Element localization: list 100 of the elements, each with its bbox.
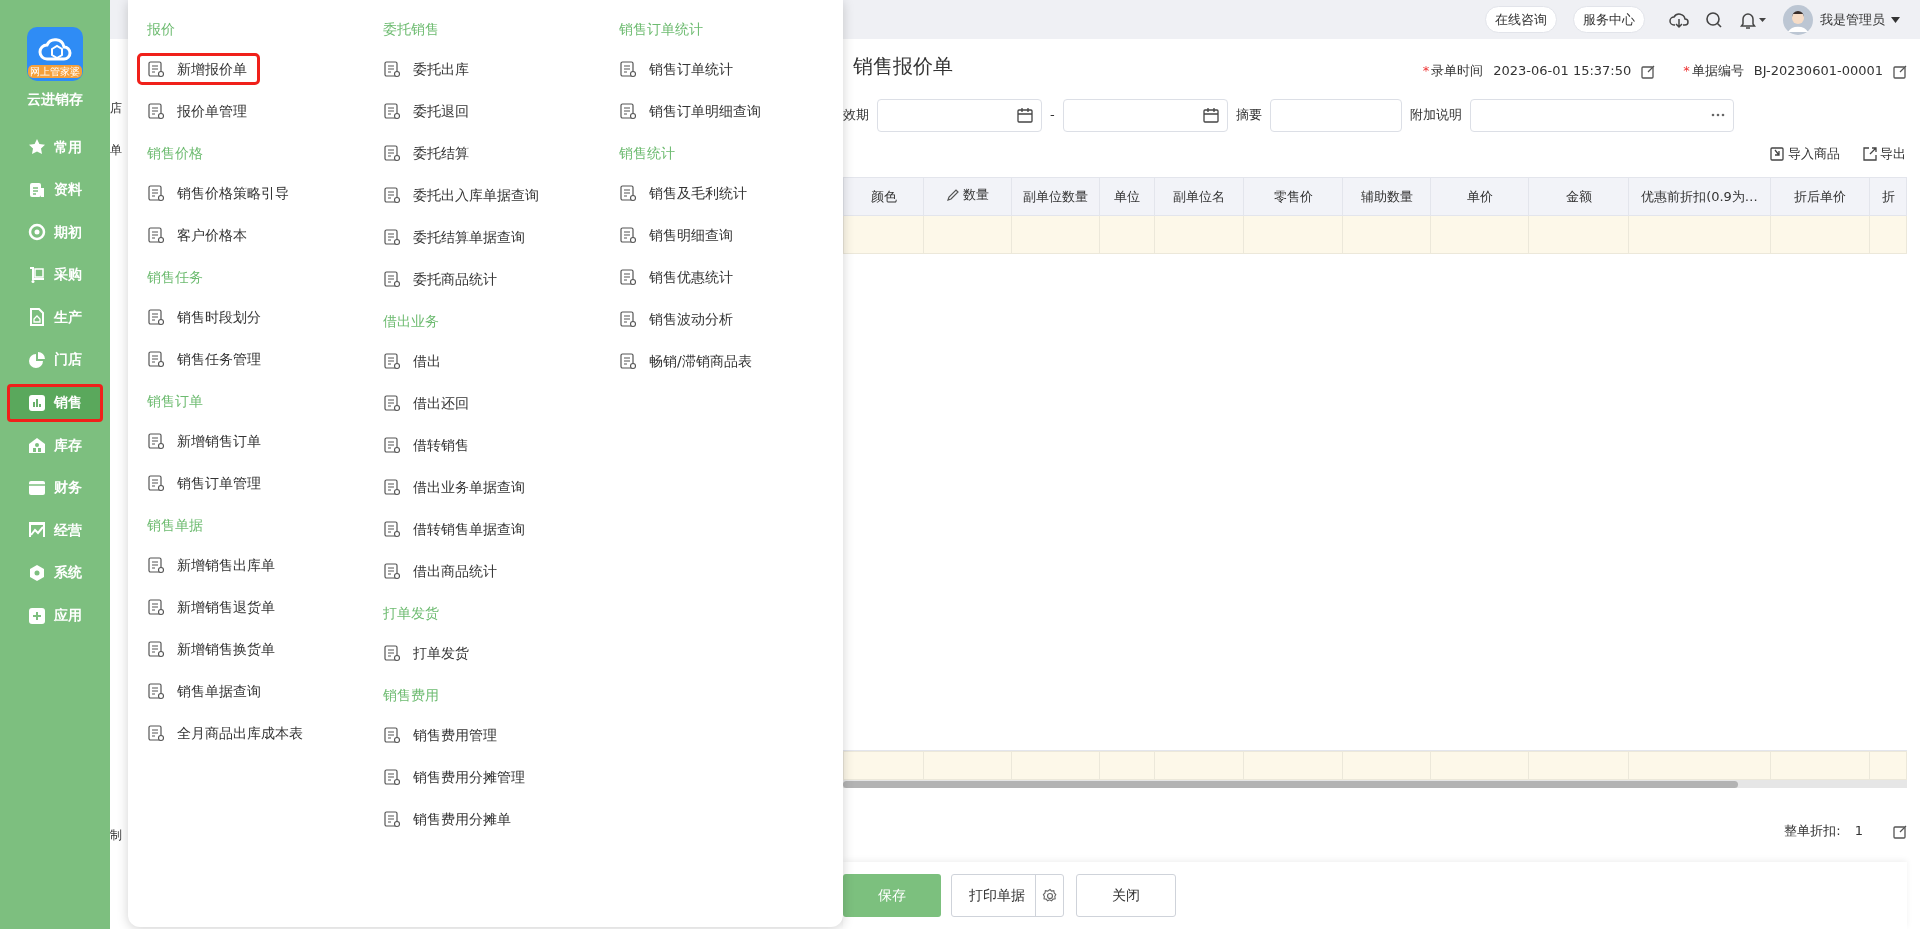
menu-item[interactable]: 销售时段划分 — [137, 296, 274, 338]
document-icon — [619, 352, 637, 370]
top-link-button[interactable]: 服务中心 — [1573, 5, 1645, 34]
menu-item[interactable]: 借转销售单据查询 — [373, 508, 538, 550]
edit-icon[interactable] — [1893, 63, 1907, 79]
document-icon — [147, 350, 165, 368]
page-title: 销售报价单 — [853, 53, 953, 80]
menu-item[interactable]: 打单发货 — [373, 632, 482, 674]
search-icon[interactable] — [1705, 10, 1723, 29]
date-field[interactable] — [877, 98, 1042, 132]
menu-item[interactable]: 委托商品统计 — [373, 258, 510, 300]
document-icon — [383, 228, 401, 246]
menu-item[interactable]: 销售订单管理 — [137, 462, 274, 504]
top-link-button[interactable]: 在线咨询 — [1485, 5, 1557, 34]
menu-item[interactable]: 借出还回 — [373, 382, 482, 424]
menu-group-title: 委托销售 — [383, 20, 440, 39]
document-icon — [147, 724, 165, 742]
document-icon — [383, 352, 401, 370]
note-field[interactable] — [1469, 98, 1734, 132]
document-icon — [383, 270, 401, 288]
table-cell — [1869, 751, 1907, 780]
menu-item[interactable]: 借转销售 — [373, 424, 482, 466]
menu-item[interactable]: 全月商品出库成本表 — [137, 712, 316, 754]
menu-item[interactable]: 销售价格策略引导 — [137, 172, 302, 214]
menu-item[interactable]: 销售单据查询 — [137, 670, 274, 712]
menu-item[interactable]: 借出 — [373, 340, 454, 382]
cloud-download-icon[interactable] — [1669, 10, 1689, 29]
column-header: 金额 — [1528, 177, 1629, 216]
menu-item[interactable]: 销售订单统计 — [609, 48, 746, 90]
column-header: 辅助数量 — [1342, 177, 1431, 216]
date-field[interactable] — [1062, 98, 1228, 132]
field-label: 摘要 — [1235, 106, 1262, 125]
menu-item[interactable]: 客户价格本 — [137, 214, 260, 256]
menu-item[interactable]: 借出业务单据查询 — [373, 466, 538, 508]
menu-item[interactable]: 销售波动分析 — [609, 298, 746, 340]
scrollbar[interactable] — [843, 780, 1907, 788]
menu-item[interactable]: 委托结算单据查询 — [373, 216, 538, 258]
menu-item[interactable]: 新增销售出库单 — [137, 544, 288, 586]
column-header: 单位 — [1099, 177, 1155, 216]
bell-icon[interactable] — [1739, 10, 1767, 29]
document-icon — [383, 768, 401, 786]
document-icon — [28, 180, 46, 199]
menu-item[interactable]: 委托出库 — [373, 48, 482, 90]
field-label: 制 — [110, 827, 123, 844]
menu-item[interactable]: 销售费用分摊单 — [373, 798, 524, 840]
menu-group-title: 销售订单 — [147, 392, 204, 411]
column-header: 颜色 — [843, 177, 924, 216]
document-icon — [383, 60, 401, 78]
user-name[interactable]: 我是管理员 — [1819, 9, 1885, 30]
document-icon — [383, 394, 401, 412]
summary-field[interactable] — [1269, 98, 1402, 132]
document-icon — [383, 478, 401, 496]
document-icon — [147, 682, 165, 700]
document-icon — [147, 184, 165, 202]
edit-icon[interactable] — [1893, 823, 1907, 839]
menu-item[interactable]: 畅销/滞销商品表 — [609, 340, 765, 382]
menu-item[interactable]: 销售明细查询 — [609, 214, 746, 256]
field-value: BJ-20230601-00001 — [1753, 62, 1883, 81]
document-icon — [147, 60, 165, 78]
menu-item[interactable]: 销售费用管理 — [373, 714, 510, 756]
menu-item[interactable]: 委托结算 — [373, 132, 482, 174]
file-icon — [28, 308, 46, 327]
pencil-icon — [945, 188, 960, 203]
menu-item[interactable]: 新增销售退货单 — [137, 586, 288, 628]
calendar-icon — [1017, 107, 1033, 123]
menu-item[interactable]: 新增报价单 — [137, 53, 260, 85]
print-button[interactable]: 打印单据 — [951, 874, 1064, 917]
menu-item[interactable]: 借出商品统计 — [373, 550, 510, 592]
toolbar-button[interactable]: 导出 — [1860, 143, 1907, 165]
column-header: 数量 — [963, 186, 990, 205]
menu-item[interactable]: 销售及毛利统计 — [609, 172, 760, 214]
caret-icon[interactable] — [1891, 16, 1900, 23]
scrollbar-thumb[interactable] — [843, 780, 1738, 788]
menu-item[interactable]: 销售任务管理 — [137, 338, 274, 380]
menu-item[interactable]: 销售费用分摊管理 — [373, 756, 538, 798]
export-icon — [1861, 146, 1877, 162]
menu-item[interactable]: 报价单管理 — [137, 90, 260, 132]
menu-item[interactable]: 委托出入库单据查询 — [373, 174, 552, 216]
field-value: 2023-06-01 15:37:50 — [1493, 62, 1632, 81]
menu-group-title: 打单发货 — [383, 604, 440, 623]
toolbar-button[interactable]: 导入商品 — [1768, 143, 1841, 165]
menu-group-title: 报价 — [147, 20, 176, 39]
document-icon — [147, 432, 165, 450]
menu-item[interactable]: 销售订单明细查询 — [609, 90, 774, 132]
field-label: 录单时间 — [1431, 62, 1484, 81]
document-icon — [619, 268, 637, 286]
document-icon — [619, 226, 637, 244]
action-button[interactable]: 关闭 — [1076, 874, 1176, 917]
settings-icon[interactable] — [1041, 887, 1058, 904]
menu-item[interactable]: 销售优惠统计 — [609, 256, 746, 298]
menu-item[interactable]: 委托退回 — [373, 90, 482, 132]
menu-item[interactable]: 新增销售换货单 — [137, 628, 288, 670]
menu-group-title: 销售订单统计 — [619, 20, 704, 39]
document-icon — [147, 226, 165, 244]
more-icon[interactable] — [1710, 113, 1725, 117]
column-header: 单价 — [1430, 177, 1529, 216]
menu-item[interactable]: 新增销售订单 — [137, 420, 274, 462]
column-header: 副单位名 — [1154, 177, 1244, 216]
target-icon — [28, 223, 46, 242]
edit-icon[interactable] — [1641, 63, 1656, 79]
